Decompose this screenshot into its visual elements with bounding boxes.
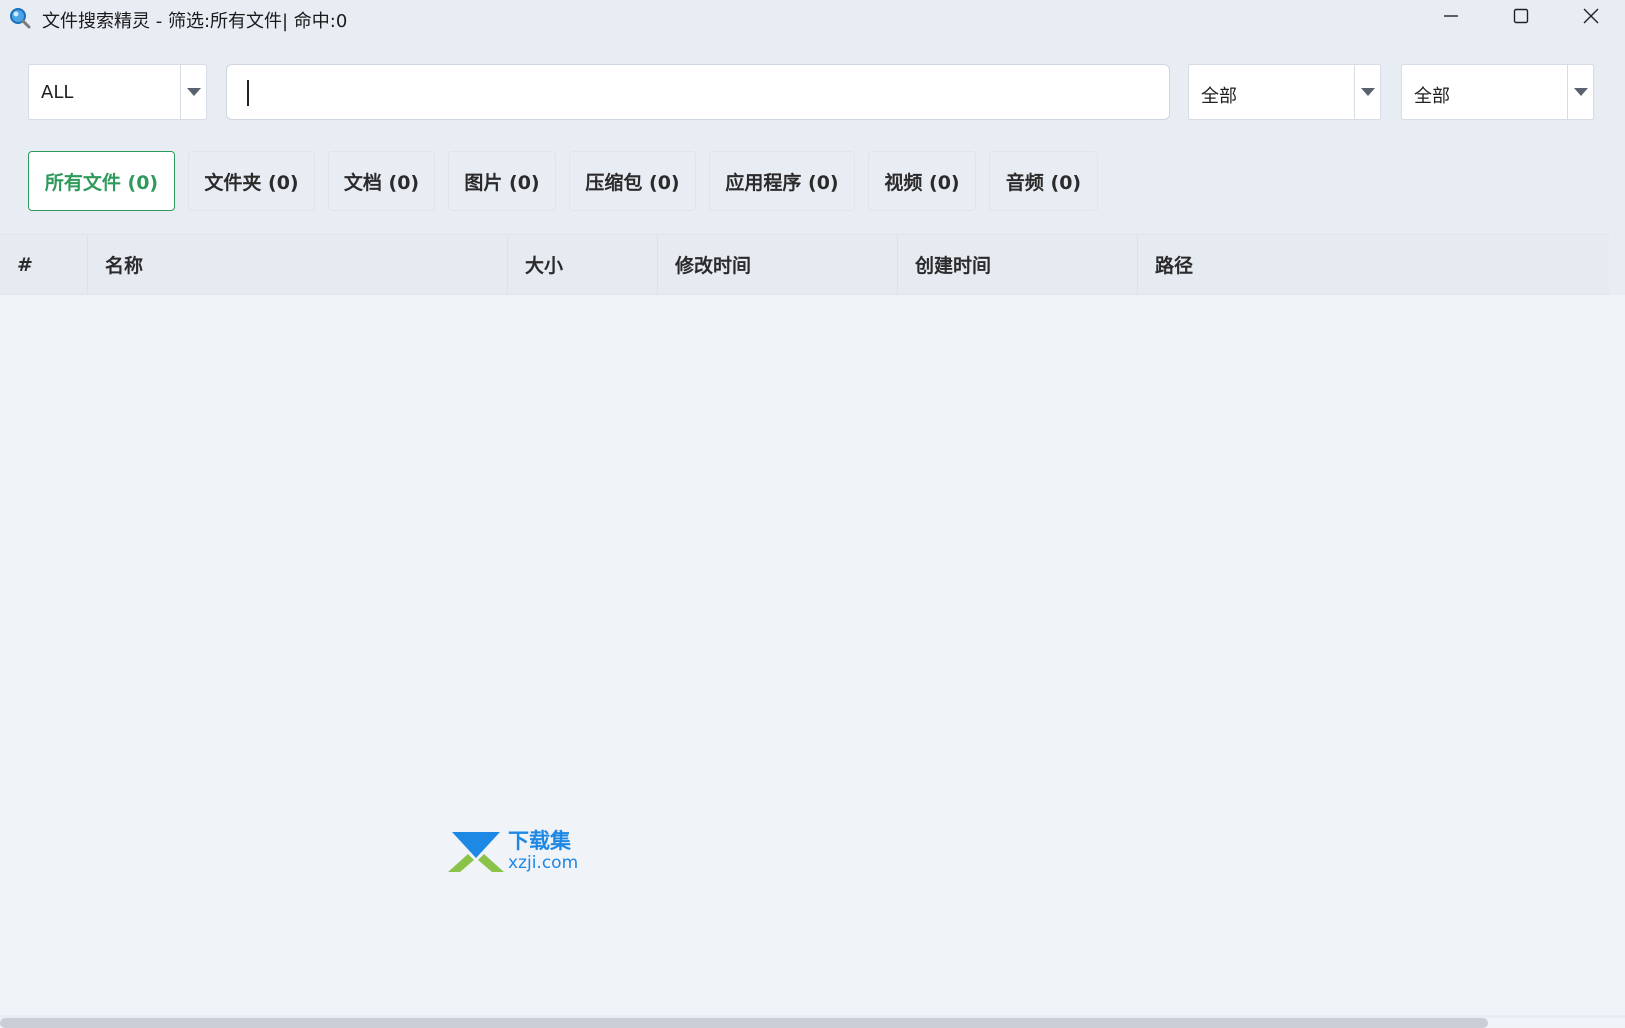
watermark-domain: xzji.com [508, 853, 578, 873]
watermark-logo: 下载集 xzji.com [448, 828, 588, 876]
tab-audio[interactable]: 音频 (0) [989, 151, 1098, 211]
horizontal-scrollbar-thumb[interactable] [0, 1018, 1488, 1028]
column-header-index[interactable]: # [0, 235, 88, 294]
results-table-body [0, 295, 1625, 1015]
magnifier-app-icon [8, 6, 32, 30]
tab-folders[interactable]: 文件夹 (0) [188, 151, 315, 211]
minimize-button[interactable] [1416, 0, 1486, 36]
filter-select-1-value: 全部 [1201, 86, 1237, 107]
filter-select-1[interactable]: 全部 [1188, 64, 1381, 120]
column-header-size[interactable]: 大小 [508, 235, 658, 294]
tab-all-files[interactable]: 所有文件 (0) [28, 151, 175, 211]
results-table-header: # 名称 大小 修改时间 创建时间 路径 [0, 234, 1609, 295]
tab-documents[interactable]: 文档 (0) [328, 151, 435, 211]
chevron-down-icon[interactable] [1354, 65, 1380, 119]
tab-videos[interactable]: 视频 (0) [868, 151, 976, 211]
maximize-icon [1512, 7, 1530, 29]
watermark-name: 下载集 [508, 829, 572, 853]
close-button[interactable] [1556, 0, 1625, 36]
column-header-path[interactable]: 路径 [1138, 235, 1609, 294]
file-type-select[interactable]: ALL [28, 64, 207, 120]
window-title: 文件搜索精灵 - 筛选:所有文件| 命中:0 [42, 11, 348, 32]
column-header-created[interactable]: 创建时间 [898, 235, 1138, 294]
column-header-name[interactable]: 名称 [88, 235, 508, 294]
search-field[interactable] [226, 64, 1170, 120]
text-caret [247, 80, 249, 106]
column-header-modified[interactable]: 修改时间 [658, 235, 898, 294]
minimize-icon [1442, 7, 1460, 29]
maximize-button[interactable] [1486, 0, 1556, 36]
tab-archives[interactable]: 压缩包 (0) [569, 151, 696, 211]
close-icon [1582, 7, 1600, 29]
file-type-select-value: ALL [41, 82, 74, 103]
title-bar: 文件搜索精灵 - 筛选:所有文件| 命中:0 [0, 0, 1625, 36]
chevron-down-icon[interactable] [1567, 65, 1593, 119]
tab-images[interactable]: 图片 (0) [448, 151, 556, 211]
filter-select-2[interactable]: 全部 [1401, 64, 1594, 120]
tab-applications[interactable]: 应用程序 (0) [709, 151, 855, 211]
chevron-down-icon[interactable] [180, 65, 206, 119]
search-input[interactable] [243, 77, 1143, 107]
filter-select-2-value: 全部 [1414, 86, 1450, 107]
